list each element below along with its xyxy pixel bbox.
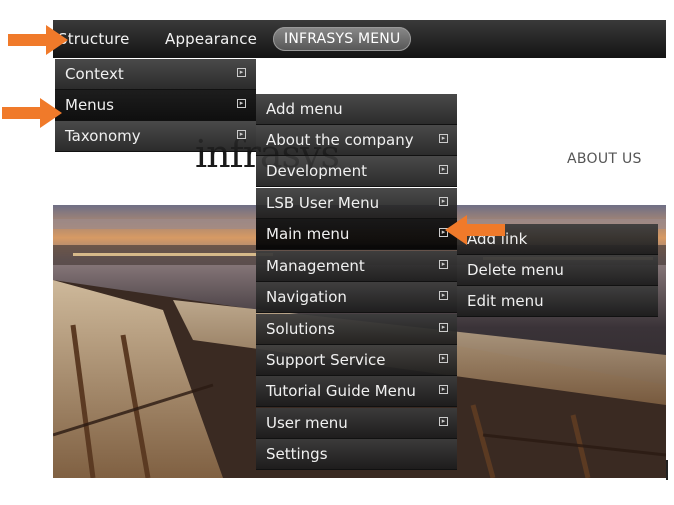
menu-item-delete-menu[interactable]: Delete menu [457,255,658,286]
menu-item-label: User menu [266,414,348,432]
submenu-arrow-icon: ▸ [237,99,246,108]
menu-item-label: About the company [266,131,414,149]
menu-item-taxonomy[interactable]: Taxonomy ▸ [55,121,256,152]
menu-item-label: Tutorial Guide Menu [266,382,416,400]
menu-item-support-service[interactable]: Support Service ▸ [256,345,457,376]
toolbar-infrasys-menu[interactable]: INFRASYS MENU [273,27,412,51]
submenu-arrow-icon: ▸ [439,323,448,332]
callout-arrow-icon [8,25,68,55]
submenu-arrow-icon: ▸ [439,385,448,394]
submenu-arrow-icon: ▸ [439,291,448,300]
toolbar-appearance[interactable]: Appearance [165,30,257,48]
toolbar-structure[interactable]: Structure [58,30,130,48]
nav-about-us[interactable]: ABOUT US [567,151,642,167]
callout-arrow-icon [2,98,62,128]
menu-item-label: Navigation [266,288,347,306]
menu-item-label: Solutions [266,320,335,338]
menu-item-edit-menu[interactable]: Edit menu [457,286,658,317]
submenu-arrow-icon: ▸ [439,417,448,426]
submenu-arrow-icon: ▸ [439,165,448,174]
menus-submenu: Add menu About the company ▸ Development… [256,94,457,470]
menu-item-context[interactable]: Context ▸ [55,59,256,90]
submenu-arrow-icon: ▸ [439,134,448,143]
submenu-arrow-icon: ▸ [439,197,448,206]
menu-item-label: Taxonomy [65,127,141,145]
menu-item-user-menu[interactable]: User menu ▸ [256,408,457,439]
menu-item-development[interactable]: Development ▸ [256,156,457,187]
submenu-arrow-icon: ▸ [237,130,246,139]
menu-item-label: Edit menu [467,292,544,310]
structure-dropdown: Context ▸ Menus ▸ Taxonomy ▸ [55,59,256,153]
menu-item-solutions[interactable]: Solutions ▸ [256,314,457,345]
frame-edge [666,460,668,480]
menu-item-navigation[interactable]: Navigation ▸ [256,282,457,313]
menu-item-label: LSB User Menu [266,194,380,212]
menu-item-label: Menus [65,96,114,114]
menu-item-label: Main menu [266,225,350,243]
menu-item-add-menu[interactable]: Add menu [256,94,457,125]
menu-item-label: Settings [266,445,328,463]
menu-item-settings[interactable]: Settings [256,439,457,470]
menu-item-label: Context [65,65,124,83]
menu-item-label: Development [266,162,367,180]
menu-item-main-menu[interactable]: Main menu ▸ [256,219,457,250]
submenu-arrow-icon: ▸ [439,260,448,269]
submenu-arrow-icon: ▸ [237,68,246,77]
menu-item-menus[interactable]: Menus ▸ [55,90,256,121]
menu-item-about-the-company[interactable]: About the company ▸ [256,125,457,156]
menu-item-tutorial-guide-menu[interactable]: Tutorial Guide Menu ▸ [256,376,457,407]
admin-toolbar: Structure Appearance INFRASYS MENU [53,20,666,58]
menu-item-label: Delete menu [467,261,564,279]
callout-arrow-icon [445,215,505,245]
menu-item-management[interactable]: Management ▸ [256,251,457,282]
submenu-arrow-icon: ▸ [439,354,448,363]
menu-item-label: Support Service [266,351,386,369]
menu-item-lsb-user-menu[interactable]: LSB User Menu ▸ [256,188,457,219]
menu-item-label: Add menu [266,100,343,118]
menu-item-label: Management [266,257,365,275]
app-window: infrasys ABOUT US [53,20,666,478]
